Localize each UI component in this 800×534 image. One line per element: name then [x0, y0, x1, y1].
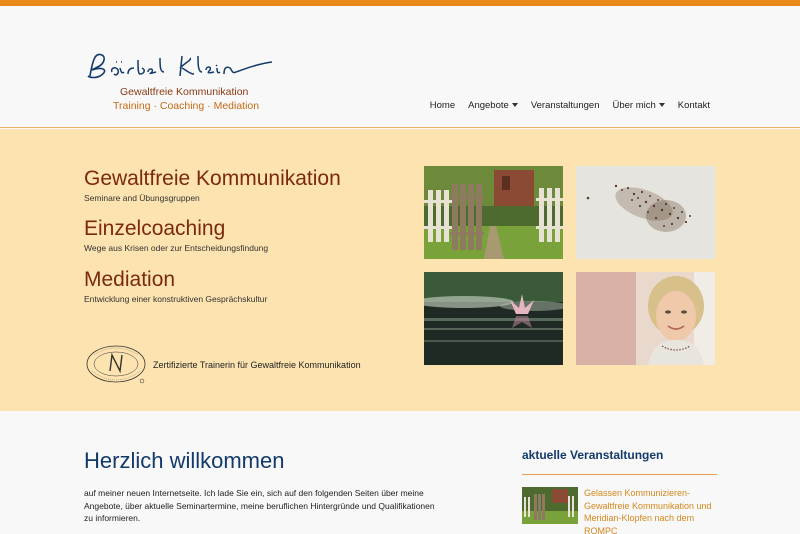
- event-link[interactable]: Gelassen Kommunizieren- Gewaltfreie Komm…: [584, 487, 724, 534]
- nav-item-angebote[interactable]: Angebote: [468, 100, 518, 111]
- service-subtitle: Entwicklung einer konstruktiven Gespräch…: [84, 294, 268, 304]
- nav-item-label: Über mich: [612, 100, 656, 111]
- tagline-primary: Gewaltfreie Kommunikation: [120, 86, 249, 98]
- service-subtitle: Wege aus Krisen oder zur Entscheidungsfi…: [84, 243, 269, 253]
- event-thumbnail[interactable]: [522, 487, 578, 524]
- chevron-down-icon: [511, 103, 518, 108]
- hero-section: Gewaltfreie Kommunikation Seminare and Ü…: [0, 129, 800, 411]
- service-title[interactable]: Einzelcoaching: [84, 217, 268, 241]
- service-title[interactable]: Mediation: [84, 268, 267, 292]
- photo-portrait[interactable]: [576, 272, 715, 365]
- nav-item-label: Kontakt: [677, 100, 710, 111]
- service-mediation[interactable]: Mediation Entwicklung einer konstruktive…: [84, 268, 267, 304]
- photo-bird-swarm[interactable]: [576, 166, 715, 259]
- nav-item-kontakt[interactable]: Kontakt: [678, 100, 710, 111]
- service-subtitle: Seminare and Übungsgruppen: [84, 193, 200, 203]
- signature-logo[interactable]: [86, 50, 276, 86]
- welcome-heading: Herzlich willkommen: [84, 448, 285, 473]
- nav-item-label: Angebote: [468, 100, 509, 111]
- nav-item-ueber-mich[interactable]: Über mich: [612, 100, 665, 111]
- certification-text: Zertifizierte Trainerin für Gewaltfreie …: [153, 360, 361, 370]
- nav-item-veranstaltungen[interactable]: Veranstaltungen: [531, 100, 600, 111]
- chevron-down-icon: [658, 103, 665, 108]
- photo-garden-gate[interactable]: [424, 166, 563, 259]
- photo-water-lily[interactable]: [424, 272, 563, 365]
- events-heading: aktuelle Veranstaltungen: [522, 448, 664, 462]
- main-navigation: Home Angebote Veranstaltungen Über mich …: [430, 100, 710, 111]
- divider: [522, 474, 717, 475]
- service-title[interactable]: Gewaltfreie Kommunikation: [84, 167, 341, 191]
- site-header: Gewaltfreie Kommunikation Training · Coa…: [0, 6, 800, 128]
- tagline-secondary: Training · Coaching · Mediation: [113, 100, 260, 112]
- service-einzelcoaching[interactable]: Einzelcoaching Wege aus Krisen oder zur …: [84, 217, 268, 253]
- nav-item-label: Veranstaltungen: [530, 100, 600, 111]
- welcome-paragraph: auf meiner neuen Internetseite. Ich lade…: [84, 488, 435, 523]
- cnvc-seal-logo[interactable]: [84, 343, 148, 385]
- nav-item-label: Home: [429, 100, 456, 111]
- service-gfk[interactable]: Gewaltfreie Kommunikation Seminare and Ü…: [84, 167, 341, 203]
- nav-item-home[interactable]: Home: [430, 100, 455, 111]
